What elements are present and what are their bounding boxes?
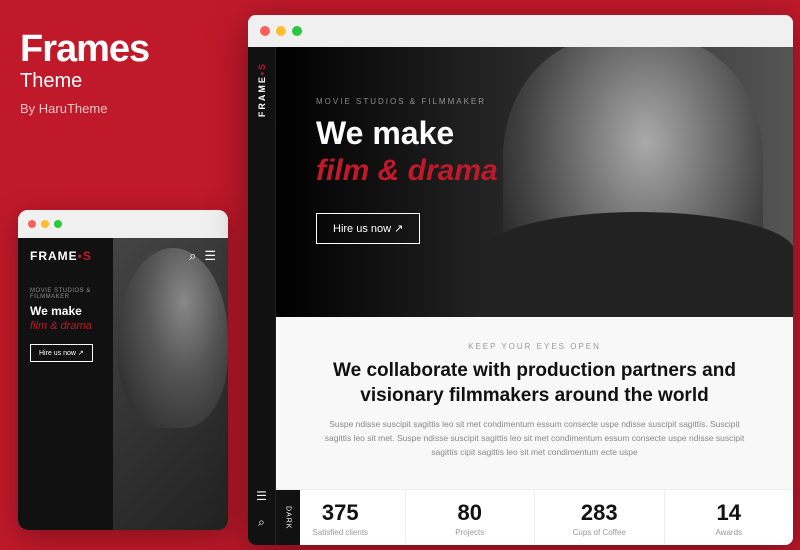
stat-projects-label: Projects bbox=[411, 528, 530, 537]
face-bg bbox=[503, 47, 763, 317]
section-body: Suspe ndisse suscipit sagittis leo sit m… bbox=[316, 418, 753, 459]
browser-mockup: FRAME•S ☰ ⌕ MOVIE STUDIOS & FILMMAKER We… bbox=[248, 15, 793, 545]
section-title: We collaborate with production partners … bbox=[316, 359, 753, 408]
browser-dot-green bbox=[292, 26, 302, 36]
mobile-logo-dot: •S bbox=[78, 249, 92, 263]
stats-bar: 375 Satisfied clients 80 Projects 283 Cu… bbox=[276, 489, 793, 545]
brand-subtitle: Theme bbox=[20, 70, 225, 93]
mobile-hero-bg bbox=[113, 238, 229, 530]
dot-yellow bbox=[41, 220, 49, 228]
mobile-nav: FRAME•S ⌕ ☰ bbox=[18, 238, 228, 274]
hero-text: MOVIE STUDIOS & FILMMAKER We make film &… bbox=[316, 97, 498, 244]
dot-green bbox=[54, 220, 62, 228]
mobile-heading-line1: We make bbox=[30, 304, 82, 318]
dark-tab[interactable]: Dark bbox=[276, 490, 300, 545]
stat-projects: 80 Projects bbox=[406, 490, 536, 545]
dot-red bbox=[28, 220, 36, 228]
mobile-cta-button[interactable]: Hire us now ↗ bbox=[30, 344, 93, 362]
stat-coffee-label: Cups of Coffee bbox=[540, 528, 659, 537]
mobile-heading: We make bbox=[30, 304, 120, 318]
sidebar-bottom-icons: ☰ ⌕ bbox=[256, 489, 267, 530]
mobile-titlebar bbox=[18, 210, 228, 238]
sidebar-menu-icon[interactable]: ☰ bbox=[256, 489, 267, 503]
browser-dot-red bbox=[260, 26, 270, 36]
stat-awards-label: Awards bbox=[670, 528, 789, 537]
site-sidebar: FRAME•S ☰ ⌕ bbox=[248, 47, 276, 545]
hero-tag: MOVIE STUDIOS & FILMMAKER bbox=[316, 97, 498, 106]
hero-face-art bbox=[503, 47, 763, 317]
mobile-mockup: FRAME•S ⌕ ☰ MOVIE STUDIOS & FILMMAKER We… bbox=[18, 210, 228, 530]
mobile-face-art bbox=[118, 248, 228, 428]
sidebar-search-icon[interactable]: ⌕ bbox=[258, 515, 265, 530]
menu-icon[interactable]: ☰ bbox=[204, 248, 216, 264]
brand-title: Frames bbox=[20, 30, 225, 68]
browser-titlebar bbox=[248, 15, 793, 47]
hero-cta-button[interactable]: Hire us now ↗ bbox=[316, 213, 420, 244]
stat-awards-number: 14 bbox=[670, 500, 789, 526]
hero-section: MOVIE STUDIOS & FILMMAKER We make film &… bbox=[276, 47, 793, 317]
site-logo-vertical: FRAME•S bbox=[257, 62, 267, 117]
hero-title-italic: film & drama bbox=[316, 154, 498, 188]
stat-coffee-number: 283 bbox=[540, 500, 659, 526]
stat-coffee: 283 Cups of Coffee bbox=[535, 490, 665, 545]
dark-tab-label: Dark bbox=[285, 506, 292, 529]
mobile-text-area: MOVIE STUDIOS & FILMMAKER We make film &… bbox=[30, 288, 120, 362]
search-icon[interactable]: ⌕ bbox=[189, 248, 196, 264]
by-author: By HaruTheme bbox=[20, 101, 225, 116]
below-fold: KEEP YOUR EYES OPEN We collaborate with … bbox=[276, 317, 793, 545]
mobile-icons: ⌕ ☰ bbox=[189, 248, 216, 264]
hero-title: We make bbox=[316, 116, 498, 151]
browser-dot-yellow bbox=[276, 26, 286, 36]
stat-awards: 14 Awards bbox=[665, 490, 794, 545]
mobile-content: FRAME•S ⌕ ☰ MOVIE STUDIOS & FILMMAKER We… bbox=[18, 238, 228, 530]
browser-body: FRAME•S ☰ ⌕ MOVIE STUDIOS & FILMMAKER We… bbox=[248, 47, 793, 545]
mobile-hero bbox=[113, 238, 229, 530]
mobile-logo: FRAME•S bbox=[30, 249, 92, 263]
section-eyebrow: KEEP YOUR EYES OPEN bbox=[316, 342, 753, 351]
mobile-tag: MOVIE STUDIOS & FILMMAKER bbox=[30, 288, 120, 300]
mobile-heading-italic: film & drama bbox=[30, 320, 120, 332]
stat-projects-number: 80 bbox=[411, 500, 530, 526]
site-logo-dot: •S bbox=[257, 62, 267, 75]
